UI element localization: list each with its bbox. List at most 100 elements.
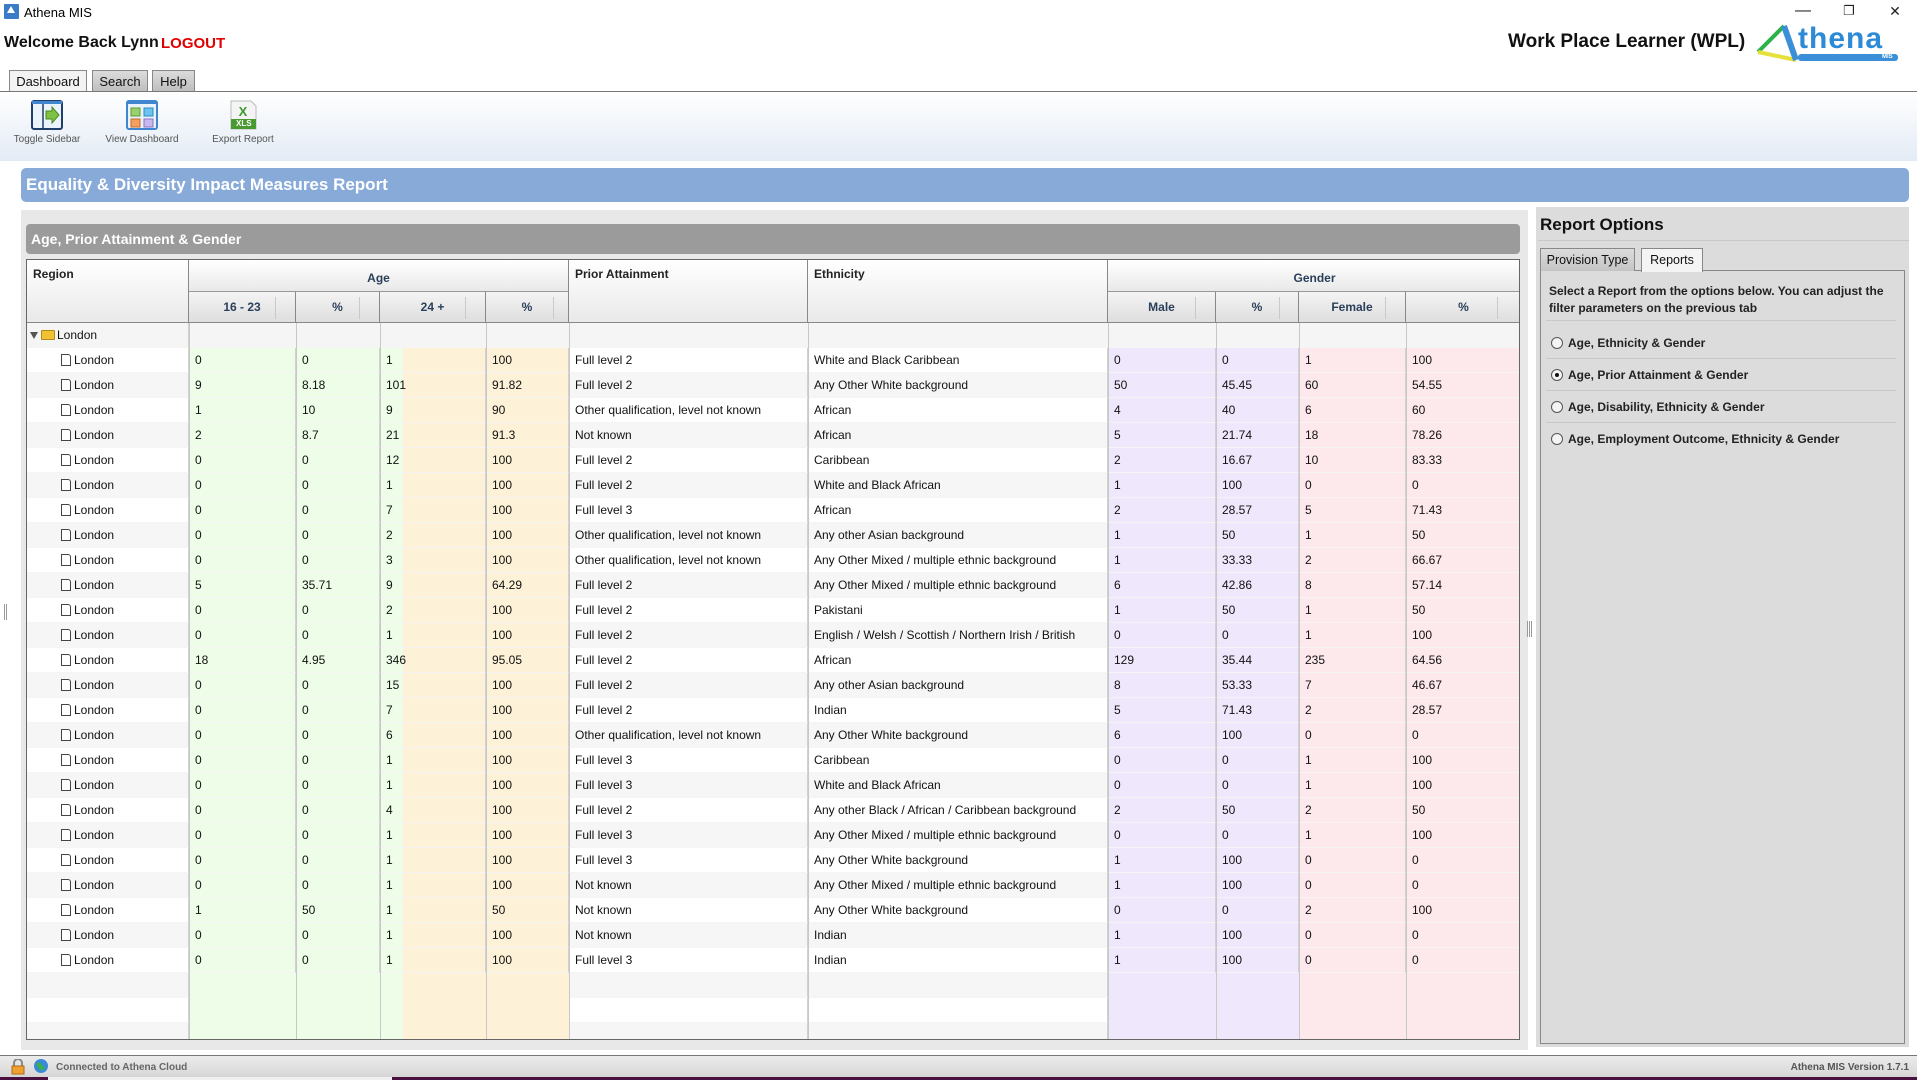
cell-male: 1 <box>1108 948 1216 973</box>
file-icon <box>61 604 71 616</box>
cell-ethnicity: Any Other Mixed / multiple ethnic backgr… <box>808 573 1108 598</box>
cell-male-pct: 50 <box>1216 598 1299 623</box>
logo-text: thena <box>1798 22 1884 55</box>
tab-dashboard[interactable]: Dashboard <box>9 70 87 93</box>
cell-age-16-23-pct: 0 <box>296 498 380 523</box>
tab-help[interactable]: Help <box>152 70 195 92</box>
export-report-button[interactable]: X XLS Export Report <box>208 100 278 145</box>
header-age-24-plus-pct[interactable]: % <box>486 291 569 322</box>
table-row[interactable]: London 0 0 1 100 Full level 2 English / Welsh … <box>27 623 1519 648</box>
cell-age-16-23-pct: 0 <box>296 623 380 648</box>
header-female[interactable]: Female <box>1299 291 1406 322</box>
cell-prior-attainment: Other qualification, level not known <box>569 523 808 548</box>
cell-ethnicity: English / Welsh / Scottish / Northern Ir… <box>808 623 1108 648</box>
close-button[interactable]: ✕ <box>1872 0 1917 24</box>
table-row[interactable]: London 0 0 4 100 Full level 2 Any other Black … <box>27 798 1519 823</box>
cell-male: 1 <box>1108 848 1216 873</box>
radio-button-selected[interactable] <box>1551 369 1563 381</box>
table-row[interactable]: London 0 0 3 100 Other qualification, level n… <box>27 548 1519 573</box>
cell-male-pct: 0 <box>1216 348 1299 373</box>
report-option-age-employment-outcome-ethnicity-gender[interactable]: Age, Employment Outcome, Ethnicity & Gen… <box>1551 432 1839 446</box>
table-row[interactable]: London 0 0 12 100 Full level 2 Caribbean 2 16.67… <box>27 448 1519 473</box>
right-splitter-handle[interactable] <box>1527 621 1533 637</box>
cell-female: 1 <box>1299 523 1406 548</box>
cell-female-pct: 46.67 <box>1406 673 1519 698</box>
welcome-message: Welcome Back Lynn <box>4 34 159 51</box>
minimize-button[interactable]: — <box>1780 0 1826 24</box>
report-option-age-ethnicity-gender[interactable]: Age, Ethnicity & Gender <box>1551 336 1705 350</box>
file-icon <box>61 579 71 591</box>
table-row[interactable]: London 0 0 1 100 Not known Any Other Mixed / m… <box>27 873 1519 898</box>
restore-button[interactable]: ❐ <box>1826 0 1872 24</box>
header-ethnicity[interactable]: Ethnicity <box>808 260 1108 322</box>
view-dashboard-button[interactable]: View Dashboard <box>103 100 181 145</box>
cell-female: 1 <box>1299 598 1406 623</box>
table-row[interactable]: London 0 0 1 100 Full level 3 Indian 1 100 0 0 <box>27 948 1519 973</box>
table-row[interactable]: London 2 8.7 21 91.3 Not known African 5 21.74 18… <box>27 423 1519 448</box>
cell-female: 0 <box>1299 923 1406 948</box>
cell-male: 0 <box>1108 823 1216 848</box>
cell-age-24-plus-pct: 100 <box>486 673 569 698</box>
report-option-age-disability-ethnicity-gender[interactable]: Age, Disability, Ethnicity & Gender <box>1551 400 1764 414</box>
header-male-pct[interactable]: % <box>1216 291 1299 322</box>
header-female-pct[interactable]: % <box>1406 291 1519 322</box>
table-row[interactable]: London 0 0 1 100 Full level 2 White and Black … <box>27 348 1519 373</box>
cell-age-24-plus: 1 <box>380 623 486 648</box>
left-splitter-handle[interactable] <box>4 604 10 620</box>
table-row[interactable]: London 0 0 1 100 Full level 3 Any Other Mixed … <box>27 823 1519 848</box>
cell-ethnicity: Any Other White background <box>808 723 1108 748</box>
header-age-16-23-pct[interactable]: % <box>296 291 380 322</box>
table-row[interactable]: London 0 0 7 100 Full level 3 African 2 28.57 5 71… <box>27 498 1519 523</box>
cell-ethnicity: African <box>808 398 1108 423</box>
table-row[interactable]: London 0 0 2 100 Other qualification, level n… <box>27 523 1519 548</box>
cell-age-24-plus-pct: 100 <box>486 723 569 748</box>
header-region[interactable]: Region <box>27 260 189 322</box>
logout-link[interactable]: LOGOUT <box>161 35 225 52</box>
toggle-sidebar-icon <box>31 100 63 130</box>
table-row[interactable]: London 0 0 1 100 Full level 2 White and Black … <box>27 473 1519 498</box>
cell-male-pct: 100 <box>1216 723 1299 748</box>
toggle-sidebar-button[interactable]: Toggle Sidebar <box>10 100 84 145</box>
cell-age-16-23-pct: 0 <box>296 698 380 723</box>
header-age-24-plus[interactable]: 24 + <box>380 291 486 322</box>
cell-age-24-plus-pct: 100 <box>486 823 569 848</box>
table-row[interactable]: London 0 0 15 100 Full level 2 Any other Asian… <box>27 673 1519 698</box>
header-prior-attainment[interactable]: Prior Attainment <box>569 260 808 322</box>
header-male[interactable]: Male <box>1108 291 1216 322</box>
file-icon <box>61 504 71 516</box>
table-row[interactable]: London 5 35.71 9 64.29 Full level 2 Any Other … <box>27 573 1519 598</box>
table-row[interactable]: London 0 0 1 100 Full level 3 Caribbean 0 0 1 100 <box>27 748 1519 773</box>
radio-button[interactable] <box>1551 337 1563 349</box>
table-row[interactable]: London 9 8.18 101 91.82 Full level 2 Any Other… <box>27 373 1519 398</box>
radio-button[interactable] <box>1551 401 1563 413</box>
header-age-16-23[interactable]: 16 - 23 <box>189 291 296 322</box>
cell-age-24-plus-pct: 100 <box>486 498 569 523</box>
table-row[interactable]: London 0 0 1 100 Full level 3 White and Black … <box>27 773 1519 798</box>
cell-female-pct: 100 <box>1406 898 1519 923</box>
table-row[interactable]: London 1 50 1 50 Not known Any Other White bac… <box>27 898 1519 923</box>
cell-female-pct: 28.57 <box>1406 698 1519 723</box>
cell-age-24-plus-pct: 91.82 <box>486 373 569 398</box>
table-row[interactable]: London 0 0 6 100 Other qualification, level n… <box>27 723 1519 748</box>
table-row[interactable]: London 0 0 7 100 Full level 2 Indian 5 71.43 2 28.… <box>27 698 1519 723</box>
cell-male-pct: 53.33 <box>1216 673 1299 698</box>
cell-age-24-plus: 1 <box>380 923 486 948</box>
group-row-london[interactable]: London <box>27 323 1519 348</box>
tab-search[interactable]: Search <box>92 70 148 92</box>
table-row[interactable]: London 0 0 1 100 Full level 3 Any Other White … <box>27 848 1519 873</box>
table-row[interactable]: London 0 0 2 100 Full level 2 Pakistani 1 50 1 50 <box>27 598 1519 623</box>
table-row[interactable]: London 1 10 9 90 Other qualification, level n… <box>27 398 1519 423</box>
cell-age-16-23: 0 <box>189 823 296 848</box>
tab-provision-type[interactable]: Provision Type <box>1540 248 1635 271</box>
cell-age-24-plus-pct: 100 <box>486 923 569 948</box>
table-row[interactable]: London 18 4.95 346 95.05 Full level 2 African 1… <box>27 648 1519 673</box>
header-gender-group: Gender <box>1108 260 1519 291</box>
cell-age-16-23-pct: 10 <box>296 398 380 423</box>
report-option-age-prior-attainment-gender[interactable]: Age, Prior Attainment & Gender <box>1551 368 1748 382</box>
cell-age-16-23-pct: 8.7 <box>296 423 380 448</box>
table-row[interactable]: London 0 0 1 100 Not known Indian 1 100 0 0 <box>27 923 1519 948</box>
expand-arrow-icon[interactable] <box>30 332 38 339</box>
tab-reports[interactable]: Reports <box>1641 248 1703 272</box>
radio-button[interactable] <box>1551 433 1563 445</box>
cell-female-pct: 100 <box>1406 823 1519 848</box>
